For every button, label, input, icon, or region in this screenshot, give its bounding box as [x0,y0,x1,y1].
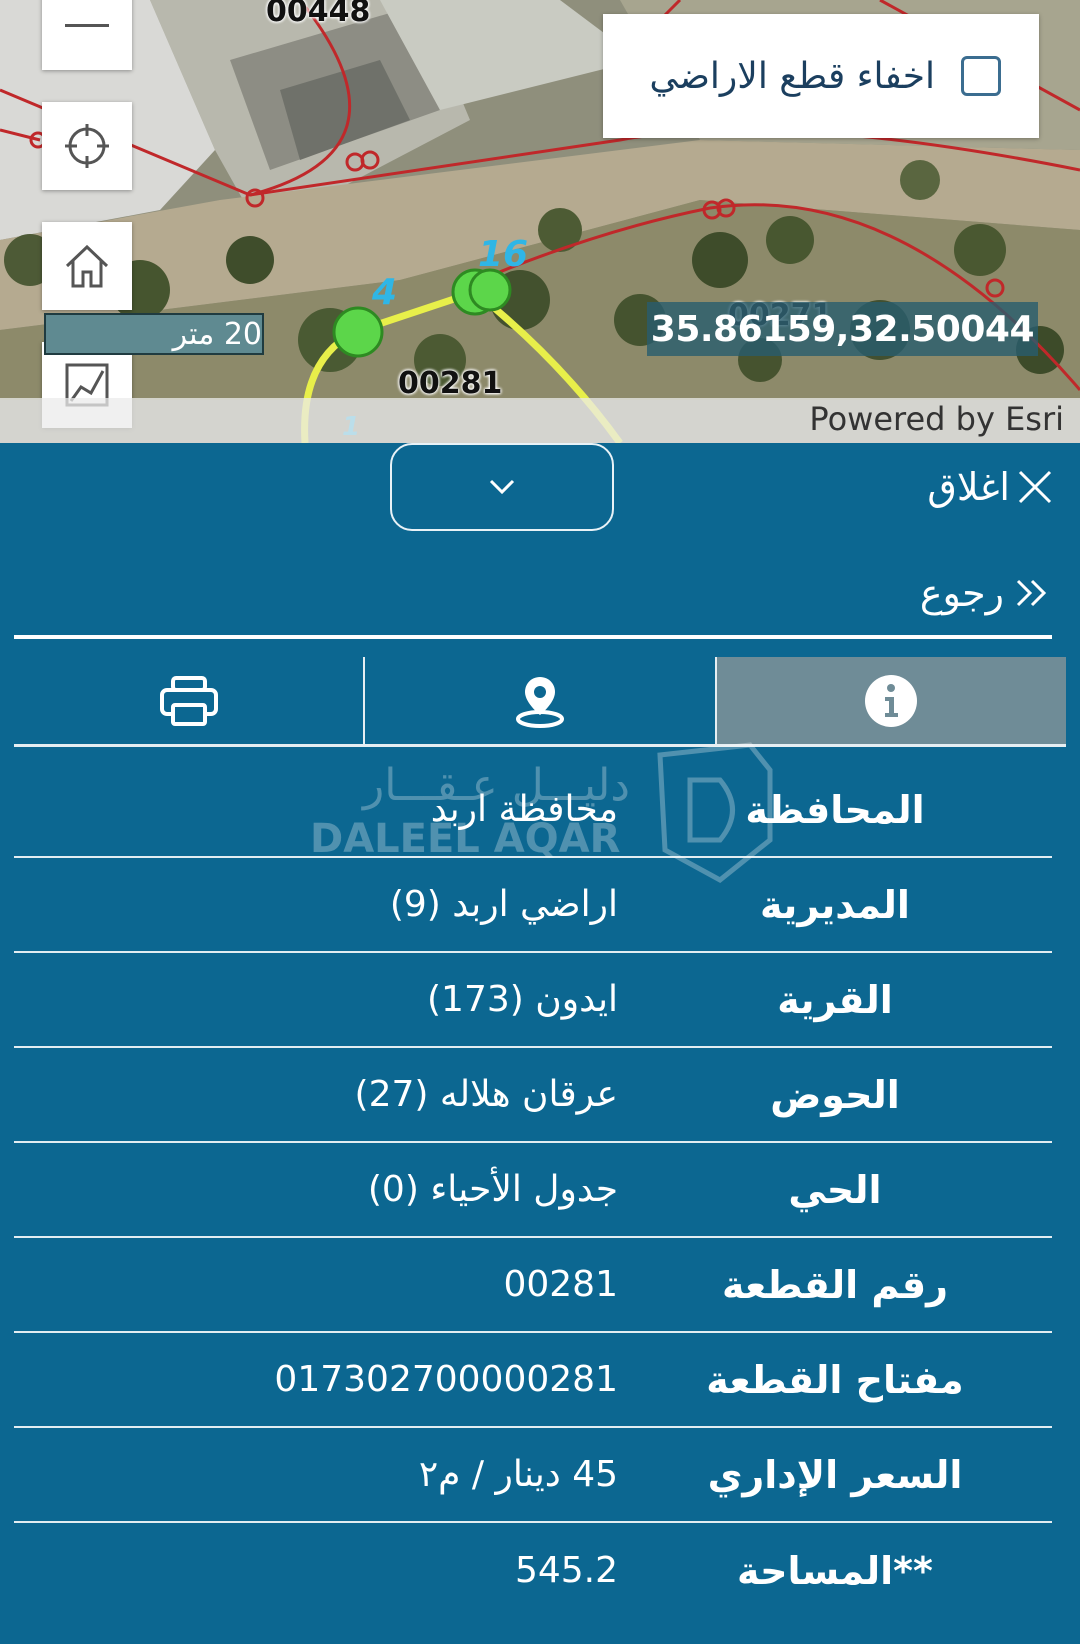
home-button[interactable] [42,222,132,310]
table-row: المحافظة محافظة اربد [14,763,1052,858]
close-button[interactable]: اغلاق [927,465,1054,509]
chevron-down-icon [489,479,515,495]
table-row: الحي جدول الأحياء (0) [14,1143,1052,1238]
row-key: الحوض [770,1072,900,1117]
row-value: محافظة اربد [430,789,618,830]
row-value: جدول الأحياء (0) [367,1169,618,1210]
parcel-attributes-table: المحافظة محافظة اربد المديرية اراضي اربد (… [14,763,1052,1618]
tab-location[interactable] [365,657,717,747]
row-key: السعر الإداري [707,1452,963,1497]
close-label: اغلاق [927,465,1010,509]
row-key: القرية [777,977,893,1022]
home-icon [65,244,109,288]
row-value: 545.2 [514,1550,618,1591]
row-key: رقم القطعة [722,1262,948,1307]
point-label-16: 16 [478,234,529,275]
zoom-out-icon [65,24,109,27]
row-key: المحافظة [745,787,925,832]
row-key: المديرية [760,882,910,927]
close-icon [1018,470,1052,504]
plot-label-center: 00281 [398,366,503,401]
row-key: **المساحة [737,1548,933,1593]
tab-print[interactable] [14,657,366,747]
row-value: 00281 [503,1264,618,1305]
table-row: مفتاح القطعة 017302700000281 [14,1333,1052,1428]
zoom-out-button[interactable] [42,0,132,70]
table-row: رقم القطعة 00281 [14,1238,1052,1333]
back-button[interactable]: رجوع [920,571,1050,615]
double-chevron-right-icon [1016,579,1047,607]
coordinates-readout: 35.86159,32.50044 [646,302,1038,356]
panel-tabs [14,657,1066,747]
printer-icon [159,675,218,726]
row-key: مفتاح القطعة [706,1357,964,1402]
table-row: القرية ايدون (173) [14,953,1052,1048]
scale-bar: 20 متر [44,313,264,355]
header-divider [14,635,1052,639]
esri-attribution: Powered by Esri [809,400,1064,438]
scale-text: 20 متر [172,316,262,352]
back-label: رجوع [919,571,1004,615]
hide-parcels-checkbox[interactable] [961,56,1001,96]
table-row: الحوض عرقان هلاله (27) [14,1048,1052,1143]
row-value: عرقان هلاله (27) [354,1074,618,1115]
table-row: **المساحة 545.2 [14,1523,1052,1618]
info-icon [865,674,918,727]
row-value: ايدون (173) [427,979,618,1020]
locate-button[interactable] [42,102,132,190]
point-label-4: 4 [372,272,398,313]
table-row: السعر الإداري 45 دينار / م٢ [14,1428,1052,1523]
table-row: المديرية اراضي اربد (9) [14,858,1052,953]
row-key: الحي [788,1167,882,1212]
map-view[interactable]: 00448 00281 00271 4 16 1 20 متر اخفاء قط… [0,0,1080,443]
row-value: اراضي اربد (9) [389,884,618,925]
hide-parcels-toggle[interactable]: اخفاء قطع الاراضي [603,14,1039,138]
attribution-bar: Powered by Esri [0,398,1080,443]
hide-parcels-label: اخفاء قطع الاراضي [649,55,935,97]
locate-icon [65,124,109,168]
location-pin-icon [515,676,564,728]
row-value: 45 دينار / م٢ [418,1454,618,1495]
row-value: 017302700000281 [274,1359,618,1400]
parcel-info-panel: اغلاق رجوع المحافظة محافظة اربد المديرية… [0,443,1080,1644]
collapse-panel-button[interactable] [390,443,614,531]
plot-label-top: 00448 [266,0,371,29]
tab-info[interactable] [716,657,1066,747]
